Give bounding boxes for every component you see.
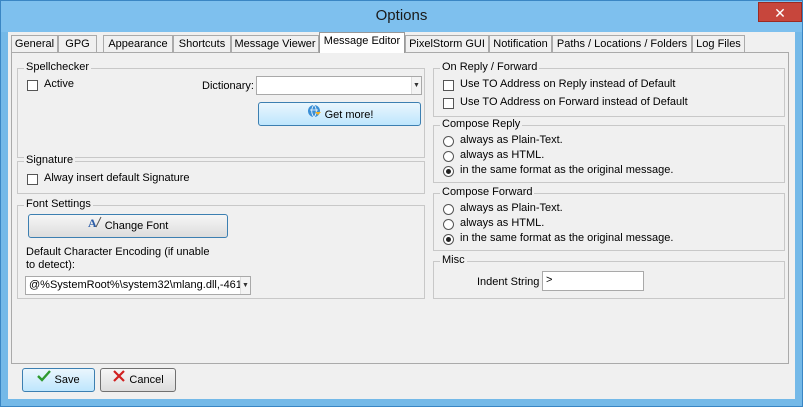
chevron-down-icon[interactable]: ▼ (240, 277, 250, 294)
save-label: Save (54, 374, 80, 386)
compose-forward-title: Compose Forward (440, 186, 535, 198)
checkmark-icon (37, 369, 52, 391)
encoding-value: @%SystemRoot%\system32\mlang.dll,-4612 (29, 279, 249, 291)
on-reply-forward-group: On Reply / Forward Use TO Address on Rep… (433, 61, 785, 117)
indent-string-input[interactable]: > (542, 271, 644, 291)
cancel-x-icon (112, 369, 126, 391)
font-settings-group: Font Settings A Change Font Default Char… (17, 198, 425, 299)
forward-html-label: always as HTML. (460, 217, 545, 229)
dictionary-label: Dictionary: (202, 80, 254, 92)
to-reply-checkbox[interactable] (443, 80, 454, 91)
window-title: Options (375, 7, 428, 24)
save-button[interactable]: Save (22, 368, 95, 392)
active-checkbox[interactable] (27, 80, 38, 91)
to-forward-checkbox[interactable] (443, 98, 454, 109)
signature-title: Signature (24, 154, 76, 166)
misc-title: Misc (440, 254, 467, 266)
encoding-label-line2: to detect): (26, 259, 75, 271)
globe-download-icon (306, 103, 322, 127)
insert-signature-checkbox[interactable] (27, 174, 38, 185)
get-more-label: Get more! (324, 108, 374, 121)
chevron-down-icon[interactable]: ▼ (411, 77, 421, 94)
change-font-button[interactable]: A Change Font (28, 214, 228, 238)
active-label: Active (44, 78, 74, 90)
reply-html-radio[interactable] (443, 151, 454, 162)
compose-reply-group: Compose Reply always as Plain-Text. alwa… (433, 118, 785, 183)
options-window: Options ✕ General GPG Appearance Shortcu… (0, 0, 803, 407)
tab-message-viewer[interactable]: Message Viewer (231, 35, 319, 52)
svg-text:A: A (88, 216, 97, 229)
close-icon: ✕ (774, 5, 786, 21)
signature-group: Signature Alway insert default Signature (17, 154, 425, 194)
reply-html-label: always as HTML. (460, 149, 545, 161)
tab-shortcuts[interactable]: Shortcuts (173, 35, 231, 52)
title-bar[interactable]: Options ✕ (1, 1, 802, 32)
tab-message-editor[interactable]: Message Editor (319, 32, 405, 53)
reply-same-format-radio[interactable] (443, 166, 454, 177)
tab-log-files[interactable]: Log Files (692, 35, 745, 52)
indent-string-label: Indent String (477, 276, 540, 288)
to-forward-label: Use TO Address on Forward instead of Def… (460, 96, 688, 108)
tab-pixelstorm-gui[interactable]: PixelStorm GUI (405, 35, 489, 52)
encoding-select[interactable]: @%SystemRoot%\system32\mlang.dll,-4612 ▼ (25, 276, 251, 295)
get-more-button[interactable]: Get more! (258, 102, 421, 126)
to-reply-label: Use TO Address on Reply instead of Defau… (460, 78, 676, 90)
forward-same-format-radio[interactable] (443, 234, 454, 245)
change-font-label: Change Font (104, 220, 169, 232)
forward-plain-radio[interactable] (443, 204, 454, 215)
tab-notification[interactable]: Notification (489, 35, 552, 52)
spellchecker-title: Spellchecker (24, 61, 91, 73)
misc-group: Misc Indent String > (433, 254, 785, 299)
forward-same-format-label: in the same format as the original messa… (460, 232, 674, 244)
message-editor-panel: Spellchecker Active Dictionary: ▼ Get mo… (11, 52, 789, 364)
cancel-label: Cancel (129, 374, 164, 386)
forward-html-radio[interactable] (443, 219, 454, 230)
on-reply-forward-title: On Reply / Forward (440, 61, 540, 73)
compose-reply-title: Compose Reply (440, 118, 523, 130)
tab-paths-locations-folders[interactable]: Paths / Locations / Folders (552, 35, 692, 52)
button-bar: Save Cancel (8, 366, 795, 399)
font-settings-title: Font Settings (24, 198, 93, 210)
tab-gpg[interactable]: GPG (58, 35, 97, 52)
font-icon: A (88, 215, 102, 237)
encoding-label-line1: Default Character Encoding (if unable (26, 246, 210, 258)
forward-plain-label: always as Plain-Text. (460, 202, 563, 214)
close-button[interactable]: ✕ (758, 2, 802, 22)
reply-plain-label: always as Plain-Text. (460, 134, 563, 146)
insert-signature-label: Alway insert default Signature (44, 172, 190, 184)
dialog-client: General GPG Appearance Shortcuts Message… (8, 32, 795, 399)
dictionary-select[interactable]: ▼ (256, 76, 422, 95)
spellchecker-group: Spellchecker Active Dictionary: ▼ Get mo… (17, 61, 425, 158)
compose-forward-group: Compose Forward always as Plain-Text. al… (433, 186, 785, 251)
reply-plain-radio[interactable] (443, 136, 454, 147)
cancel-button[interactable]: Cancel (100, 368, 176, 392)
reply-same-format-label: in the same format as the original messa… (460, 164, 674, 176)
tab-general[interactable]: General (11, 35, 58, 52)
tab-appearance[interactable]: Appearance (103, 35, 173, 52)
